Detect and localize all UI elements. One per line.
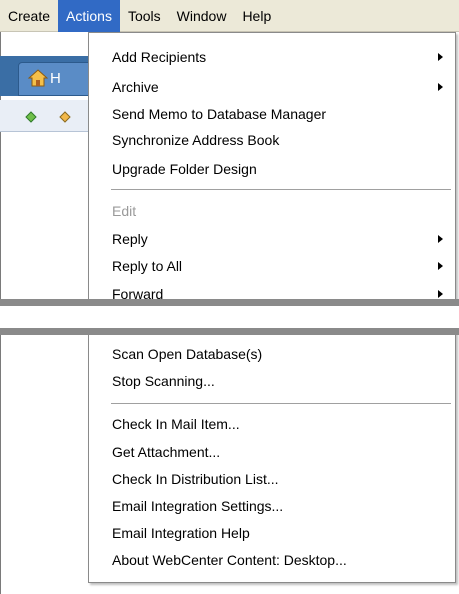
refresh-icon[interactable] [24,110,38,124]
menu-item-label: Archive [112,79,159,95]
background-toolbar [0,100,90,132]
menu-item-scan-open-databases[interactable]: Scan Open Database(s) [89,342,455,366]
home-tab-label: H [50,70,61,87]
menu-item-check-in-distribution-list[interactable]: Check In Distribution List... [89,467,455,491]
cut-bar-top [0,299,459,306]
menu-window[interactable]: Window [169,0,235,32]
menu-item-email-integration-help[interactable]: Email Integration Help [89,521,455,545]
submenu-arrow-icon [438,235,443,243]
menu-tools[interactable]: Tools [120,0,169,32]
menu-item-stop-scanning[interactable]: Stop Scanning... [89,369,455,393]
submenu-arrow-icon [438,83,443,91]
cut-bar-bottom [0,328,459,335]
screenshot-cut-band [0,299,459,335]
menu-item-edit: Edit [112,203,137,219]
menu-item-synchronize-address-book[interactable]: Synchronize Address Book [89,128,455,152]
menu-item-reply[interactable]: Reply [89,227,455,251]
menu-actions[interactable]: Actions [58,0,120,32]
menu-bar: Create Actions Tools Window Help [0,0,459,32]
menu-separator [111,403,451,404]
submenu-arrow-icon [438,262,443,270]
menu-item-upgrade-folder-design[interactable]: Upgrade Folder Design [89,157,455,181]
menu-separator [111,189,451,190]
menu-item-archive[interactable]: Archive [89,75,455,99]
navigate-icon[interactable] [58,110,72,124]
submenu-arrow-icon [438,53,443,61]
menu-help[interactable]: Help [234,0,279,32]
menu-item-get-attachment[interactable]: Get Attachment... [89,440,455,464]
menu-item-check-in-mail-item[interactable]: Check In Mail Item... [89,412,455,436]
menu-item-about-webcenter-content[interactable]: About WebCenter Content: Desktop... [89,548,455,572]
menu-item-label: Add Recipients [112,49,207,65]
menu-create[interactable]: Create [0,0,58,32]
menu-item-reply-to-all[interactable]: Reply to All [89,254,455,278]
cut-gap [0,306,459,328]
home-icon [28,69,48,87]
menu-item-label: Reply [112,231,148,247]
menu-item-add-recipients[interactable]: Add Recipients [89,45,455,69]
menu-item-send-memo[interactable]: Send Memo to Database Manager [89,102,455,126]
menu-item-label: Reply to All [112,258,183,274]
menu-item-email-integration-settings[interactable]: Email Integration Settings... [89,494,455,518]
submenu-arrow-icon [438,290,443,298]
